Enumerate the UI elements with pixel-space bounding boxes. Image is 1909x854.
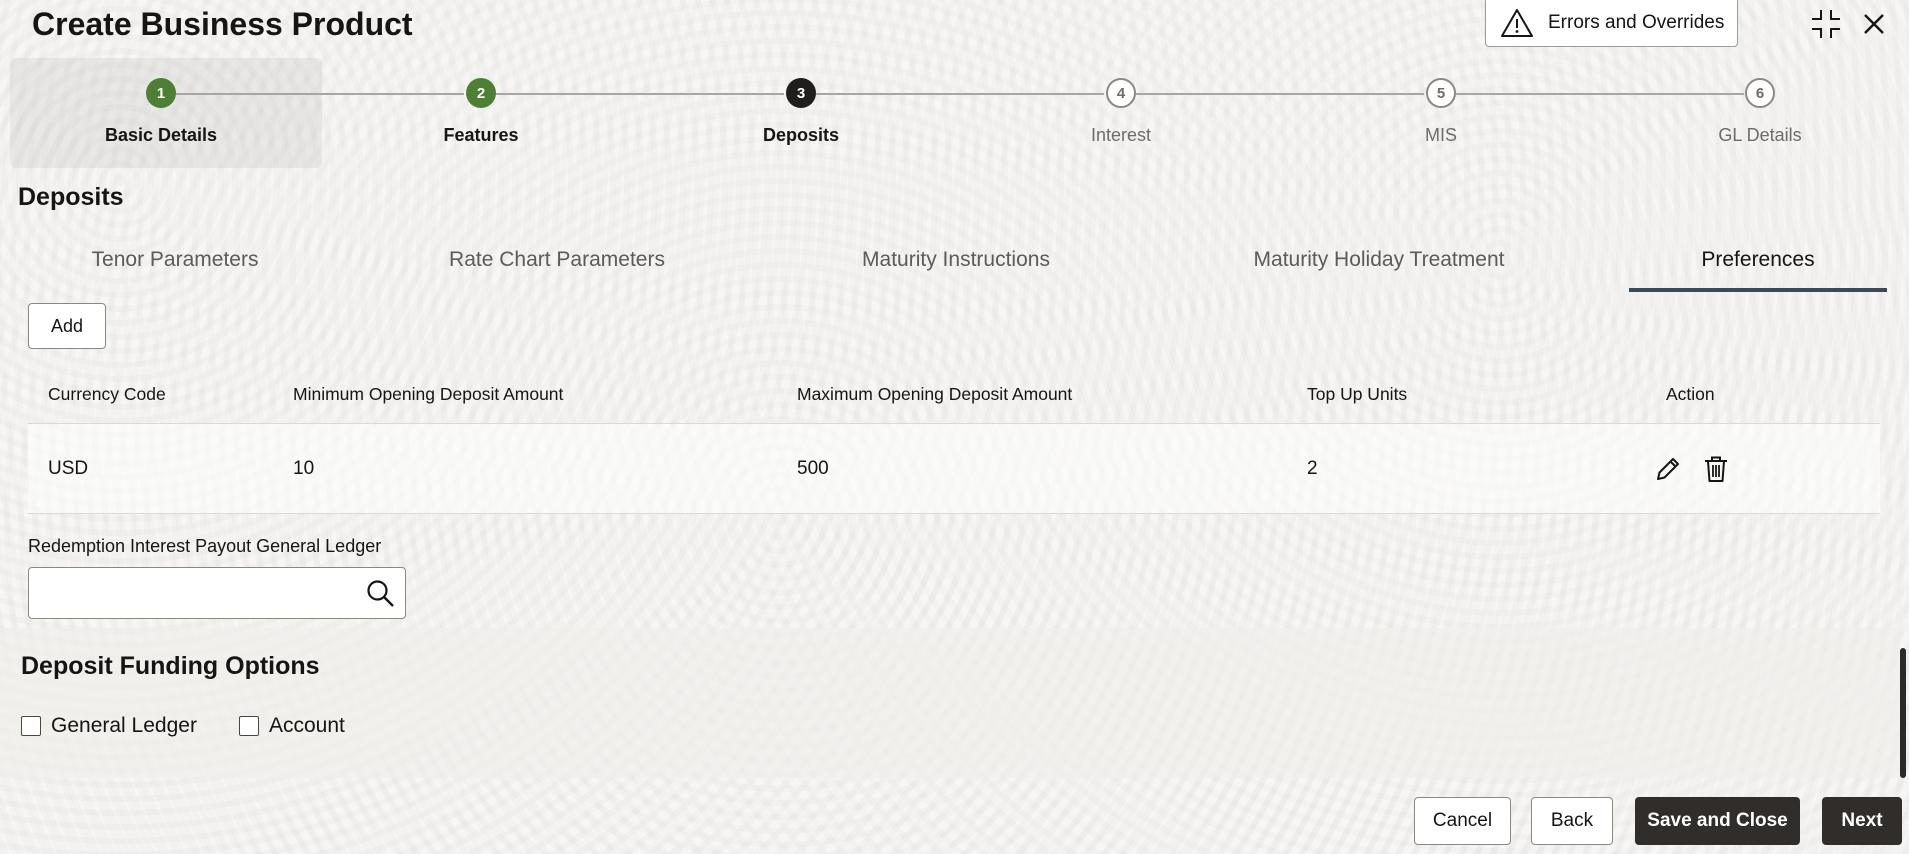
step-gl-details[interactable]: 6 GL Details xyxy=(1650,78,1870,146)
edit-row-button[interactable] xyxy=(1650,451,1686,487)
table-header: Currency Code Minimum Opening Deposit Am… xyxy=(28,362,1880,424)
save-and-close-button[interactable]: Save and Close xyxy=(1635,797,1800,845)
pencil-icon xyxy=(1657,458,1679,480)
funding-section-title: Deposit Funding Options xyxy=(21,652,320,680)
close-button[interactable] xyxy=(1856,6,1892,42)
warning-icon xyxy=(1501,9,1533,37)
gl-field-container xyxy=(28,567,406,619)
trash-icon xyxy=(1705,456,1727,482)
step-label: Deposits xyxy=(762,125,840,145)
step-basic-details[interactable]: 1 Basic Details xyxy=(51,78,271,146)
redemption-gl-input[interactable] xyxy=(37,574,357,612)
general-ledger-checkbox[interactable]: General Ledger xyxy=(21,714,197,738)
column-header-action: Action xyxy=(1666,384,1715,404)
column-header-max-opening-amount: Maximum Opening Deposit Amount xyxy=(797,384,1073,404)
step-deposits[interactable]: 3 Deposits xyxy=(691,78,911,146)
errors-and-overrides-label: Errors and Overrides xyxy=(1548,12,1725,33)
cell-min-opening-amount: 10 xyxy=(293,458,315,479)
gl-field-label: Redemption Interest Payout General Ledge… xyxy=(28,536,382,556)
step-number: 5 xyxy=(1426,78,1456,108)
account-checkbox[interactable]: Account xyxy=(239,714,345,738)
tab-maturity-holiday-treatment[interactable]: Maturity Holiday Treatment xyxy=(1218,248,1540,292)
next-button[interactable]: Next xyxy=(1822,797,1902,845)
checkbox-label: Account xyxy=(269,714,345,737)
preferences-table: Currency Code Minimum Opening Deposit Am… xyxy=(28,362,1880,514)
step-label: Features xyxy=(443,125,519,145)
step-features[interactable]: 2 Features xyxy=(371,78,591,146)
step-number: 2 xyxy=(466,78,496,108)
delete-row-button[interactable] xyxy=(1698,451,1734,487)
close-icon xyxy=(1864,14,1884,34)
step-number: 3 xyxy=(786,78,816,108)
collapse-icon xyxy=(1812,10,1840,38)
step-label: GL Details xyxy=(1718,125,1802,145)
checkbox-box[interactable] xyxy=(239,716,259,736)
page-title: Create Business Product xyxy=(32,6,413,42)
step-mis[interactable]: 5 MIS xyxy=(1331,78,1551,146)
column-header-currency-code: Currency Code xyxy=(48,384,166,404)
step-label: Interest xyxy=(1090,125,1152,145)
tab-preferences[interactable]: Preferences xyxy=(1629,248,1887,292)
search-icon[interactable] xyxy=(365,578,395,608)
add-button[interactable]: Add xyxy=(28,303,106,349)
step-number: 6 xyxy=(1745,78,1775,108)
tab-tenor-parameters[interactable]: Tenor Parameters xyxy=(60,248,290,292)
checkbox-label: General Ledger xyxy=(51,714,197,737)
cell-top-up-units: 2 xyxy=(1307,458,1318,479)
back-button[interactable]: Back xyxy=(1531,797,1613,845)
table-row: USD 10 500 2 xyxy=(28,424,1880,514)
step-number: 1 xyxy=(146,78,176,108)
step-number: 4 xyxy=(1106,78,1136,108)
minimize-button[interactable] xyxy=(1808,6,1844,42)
step-interest[interactable]: 4 Interest xyxy=(1011,78,1231,146)
scrollbar-thumb[interactable] xyxy=(1900,648,1906,778)
tab-rate-chart-parameters[interactable]: Rate Chart Parameters xyxy=(420,248,694,292)
cell-currency-code: USD xyxy=(48,458,89,479)
column-header-min-opening-amount: Minimum Opening Deposit Amount xyxy=(293,384,564,404)
section-title: Deposits xyxy=(18,183,124,211)
cell-max-opening-amount: 500 xyxy=(797,458,829,479)
errors-and-overrides-button[interactable]: Errors and Overrides xyxy=(1485,0,1738,47)
funding-section-background xyxy=(0,628,1900,778)
column-header-top-up-units: Top Up Units xyxy=(1307,384,1408,404)
step-label: Basic Details xyxy=(104,125,218,145)
tab-maturity-instructions[interactable]: Maturity Instructions xyxy=(820,248,1092,292)
step-label: MIS xyxy=(1424,125,1457,145)
cancel-button[interactable]: Cancel xyxy=(1414,797,1511,845)
checkbox-box[interactable] xyxy=(21,716,41,736)
